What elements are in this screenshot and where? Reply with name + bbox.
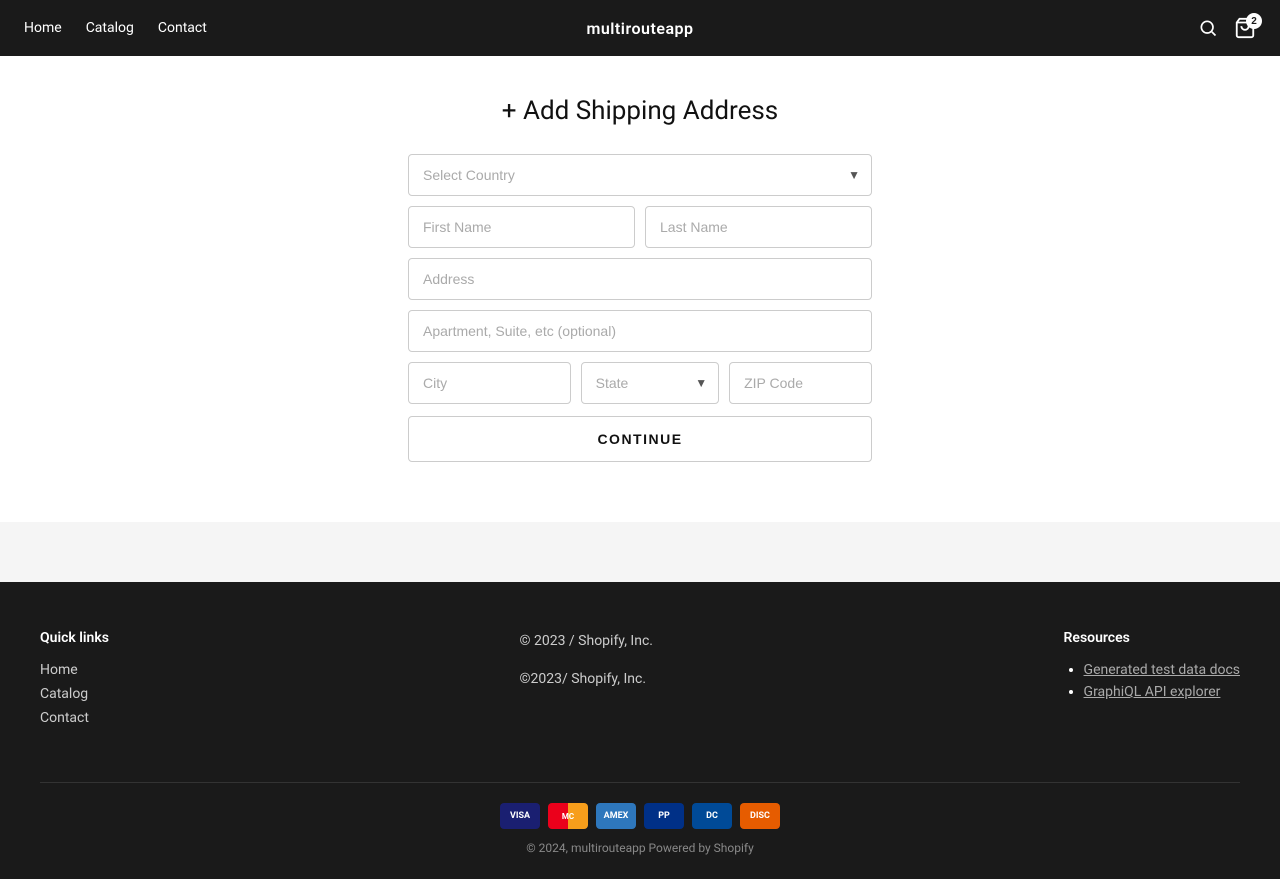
nav-home[interactable]: Home <box>24 20 62 36</box>
state-select[interactable]: State <box>581 362 719 404</box>
mastercard-icon: MC <box>548 803 588 829</box>
footer-home-link[interactable]: Home <box>40 662 109 678</box>
address-input[interactable] <box>408 258 872 300</box>
footer-bottom-copy: © 2024, multirouteapp Powered by Shopify <box>526 841 754 855</box>
first-name-input[interactable] <box>408 206 635 248</box>
footer-copyright: © 2023 / Shopify, Inc. <box>520 630 654 652</box>
name-row <box>408 206 872 248</box>
city-state-zip-row: State ▼ <box>408 362 872 404</box>
gray-divider <box>0 522 1280 582</box>
nav-catalog[interactable]: Catalog <box>86 20 134 36</box>
footer-columns: Quick links Home Catalog Contact © 2023 … <box>40 630 1240 734</box>
footer-catalog-link[interactable]: Catalog <box>40 686 109 702</box>
apt-input[interactable] <box>408 310 872 352</box>
nav-icons: 2 <box>1198 17 1256 39</box>
main-content: + Add Shipping Address Select Country ▼ … <box>0 56 1280 522</box>
footer-resources: Resources Generated test data docs Graph… <box>1064 630 1240 734</box>
search-button[interactable] <box>1198 18 1218 38</box>
city-input[interactable] <box>408 362 571 404</box>
footer-quick-links: Quick links Home Catalog Contact <box>40 630 109 734</box>
country-select[interactable]: Select Country <box>408 154 872 196</box>
search-icon <box>1198 18 1218 38</box>
graphiql-link[interactable]: GraphiQL API explorer <box>1084 684 1221 700</box>
resources-list: Generated test data docs GraphiQL API ex… <box>1064 662 1240 700</box>
paypal-icon: PP <box>644 803 684 829</box>
payment-icons: VISA MC AMEX PP DC DISC <box>500 803 780 829</box>
diners-icon: DC <box>692 803 732 829</box>
brand-name: multirouteapp <box>586 19 693 38</box>
shipping-form: Select Country ▼ State ▼ CONTINUE <box>408 154 872 462</box>
state-select-wrapper: State ▼ <box>581 362 719 404</box>
navbar: Home Catalog Contact multirouteapp 2 <box>0 0 1280 56</box>
last-name-input[interactable] <box>645 206 872 248</box>
resources-title: Resources <box>1064 630 1240 646</box>
cart-button[interactable]: 2 <box>1234 17 1256 39</box>
page-title: + Add Shipping Address <box>502 96 778 126</box>
test-data-docs-link[interactable]: Generated test data docs <box>1084 662 1240 678</box>
resources-item-2: GraphiQL API explorer <box>1084 684 1240 700</box>
footer-copyright-col: © 2023 / Shopify, Inc. ©2023/ Shopify, I… <box>520 630 654 734</box>
amex-icon: AMEX <box>596 803 636 829</box>
zip-input[interactable] <box>729 362 872 404</box>
resources-item-1: Generated test data docs <box>1084 662 1240 678</box>
nav-contact[interactable]: Contact <box>158 20 207 36</box>
continue-button[interactable]: CONTINUE <box>408 416 872 462</box>
discover-icon: DISC <box>740 803 780 829</box>
cart-badge: 2 <box>1246 13 1262 29</box>
nav-links: Home Catalog Contact <box>24 20 207 36</box>
country-select-wrapper: Select Country ▼ <box>408 154 872 196</box>
footer: Quick links Home Catalog Contact © 2023 … <box>0 582 1280 879</box>
footer-bottom: VISA MC AMEX PP DC DISC © 2024, multirou… <box>40 782 1240 855</box>
footer-contact-link[interactable]: Contact <box>40 710 109 726</box>
footer-copyright2: ©2023/ Shopify, Inc. <box>520 668 654 690</box>
visa-icon: VISA <box>500 803 540 829</box>
quick-links-title: Quick links <box>40 630 109 646</box>
